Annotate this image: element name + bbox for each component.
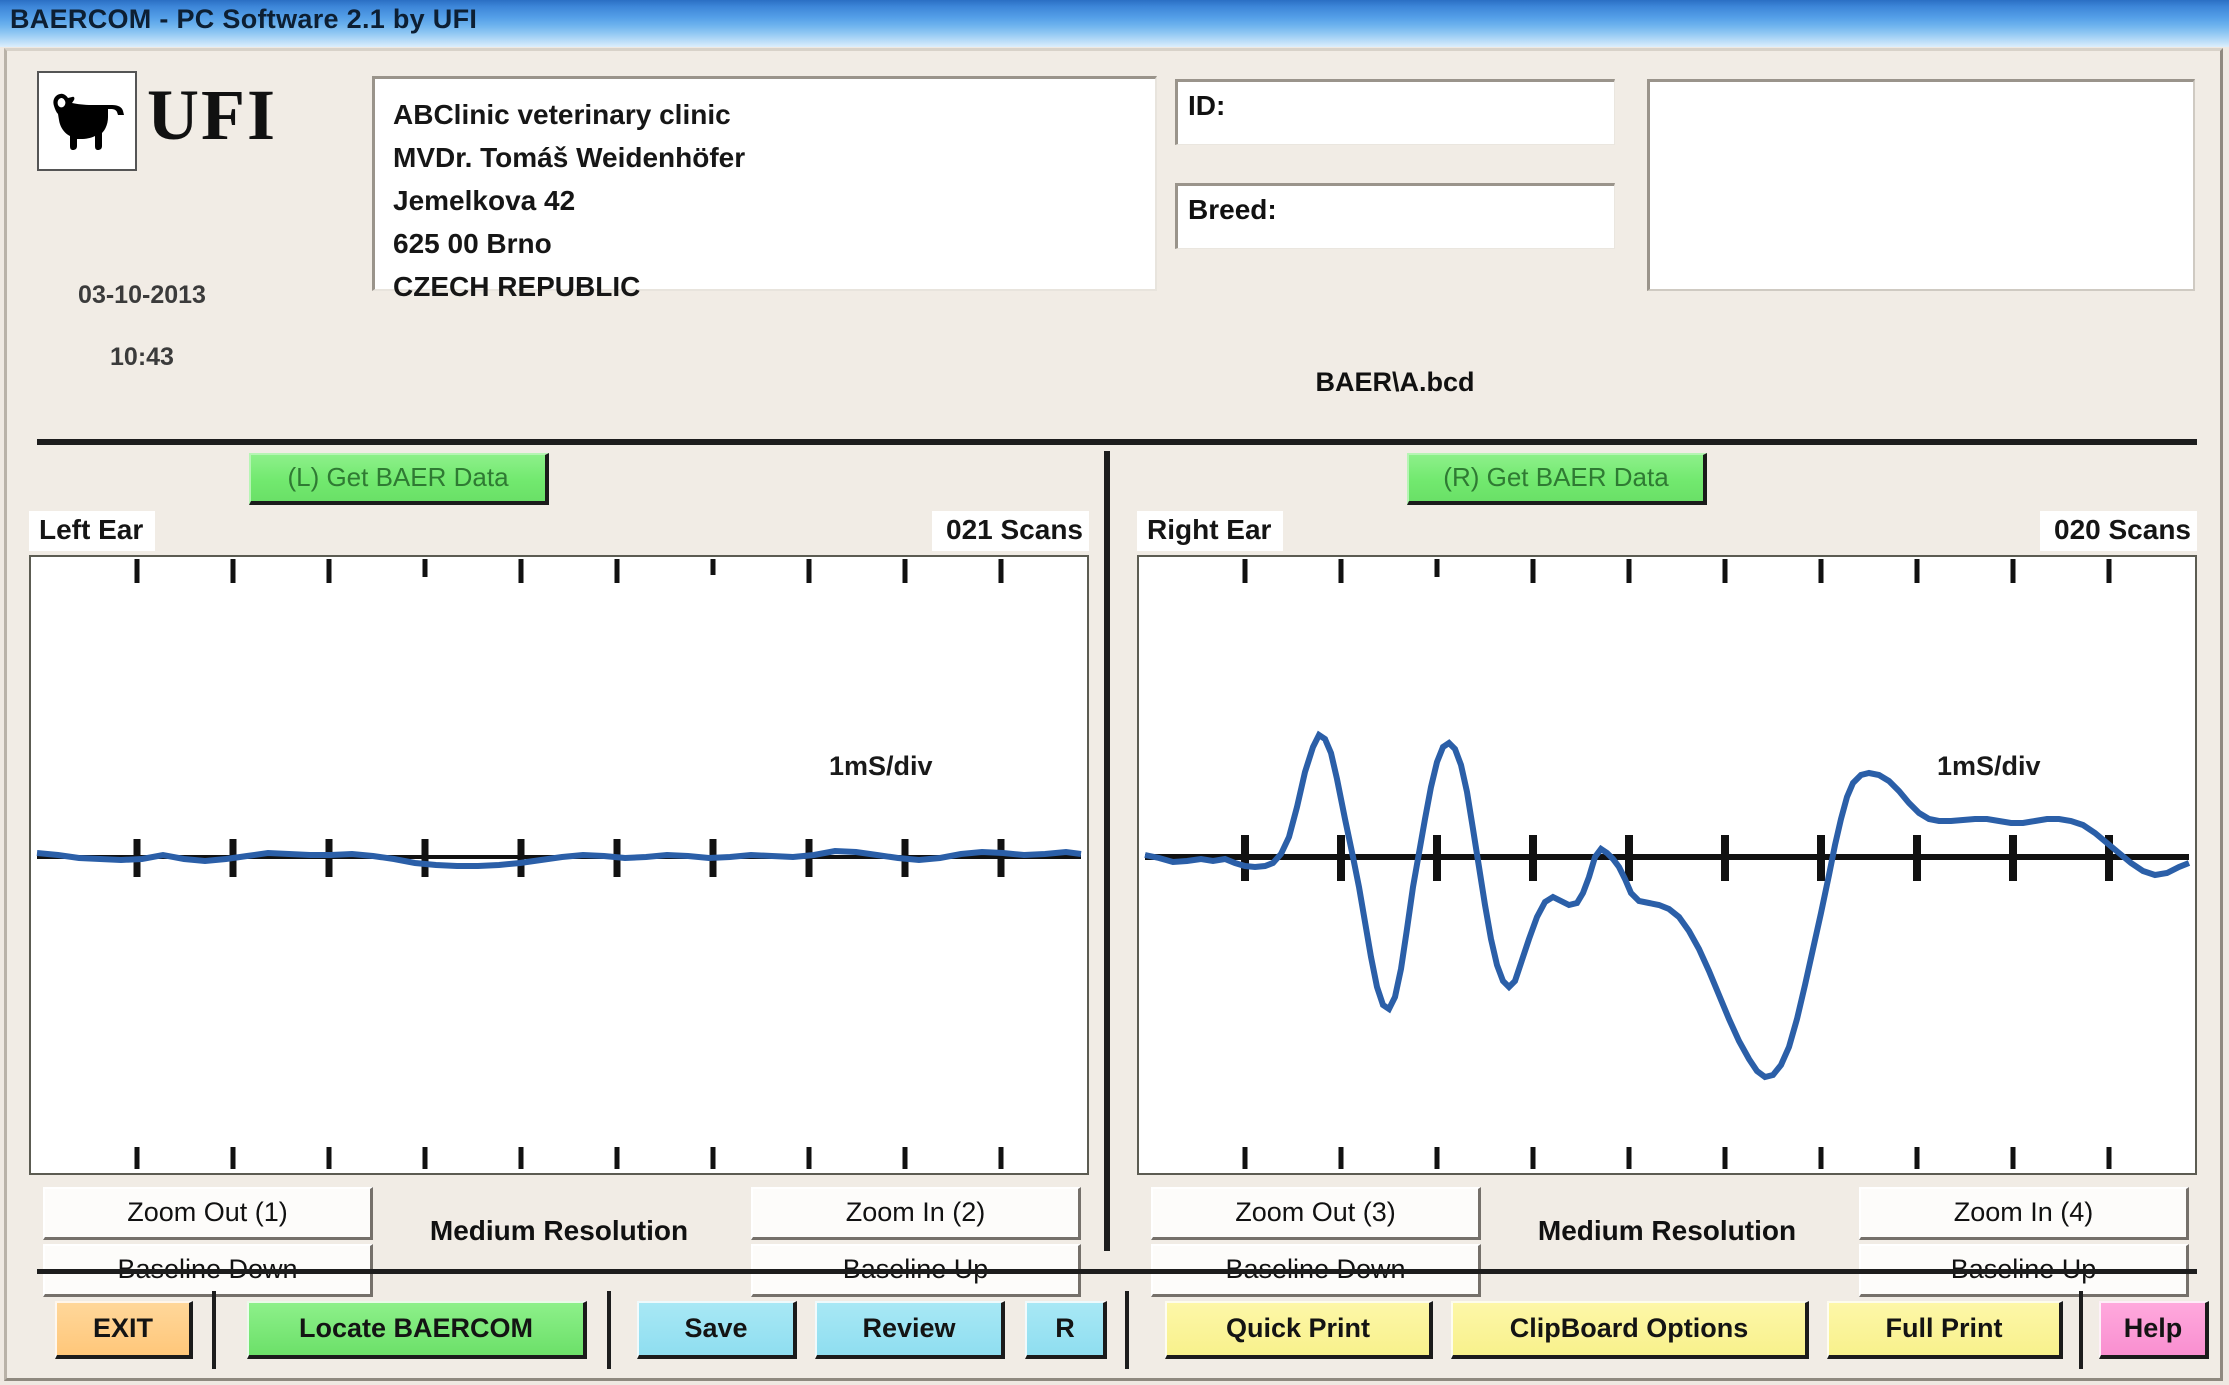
patient-breed-field[interactable]: Breed: (1175, 183, 1615, 249)
get-baer-data-right-button[interactable]: (R) Get BAER Data (1407, 453, 1707, 505)
clinic-line-2: MVDr. Tomáš Weidenhöfer (393, 136, 1155, 179)
panel-divider (1104, 451, 1110, 1251)
header-region: UFI 03-10-2013 10:43 ABClinic veterinary… (7, 51, 2220, 289)
bottom-toolbar: EXIT Locate BAERCOM Save Review R Quick … (7, 1269, 2220, 1384)
data-filename: BAER\A.bcd (1175, 367, 1615, 398)
right-scan-count: 020 Scans (2040, 511, 2197, 551)
full-print-button[interactable]: Full Print (1827, 1301, 2063, 1359)
clinic-line-5: CZECH REPUBLIC (393, 265, 1155, 308)
left-resolution-label: Medium Resolution (29, 1215, 1089, 1247)
get-baer-data-left-button[interactable]: (L) Get BAER Data (249, 453, 549, 505)
right-ear-waveform-plot[interactable] (1137, 555, 2197, 1175)
quick-print-button[interactable]: Quick Print (1165, 1301, 1433, 1359)
header-time: 10:43 (27, 343, 257, 372)
window-title-bar: BAERCOM - PC Software 2.1 by UFI (0, 0, 2229, 47)
right-ear-label: Right Ear (1137, 511, 1283, 551)
exit-button[interactable]: EXIT (55, 1301, 193, 1359)
locate-baercom-button[interactable]: Locate BAERCOM (247, 1301, 587, 1359)
left-scan-count: 021 Scans (932, 511, 1089, 551)
help-button[interactable]: Help (2099, 1301, 2209, 1359)
toolbar-separator-1 (212, 1291, 216, 1369)
clinic-line-1: ABClinic veterinary clinic (393, 93, 1155, 136)
ufi-brand-text: UFI (147, 79, 277, 151)
toolbar-divider (37, 1269, 2197, 1274)
toolbar-separator-2 (607, 1291, 611, 1369)
left-ear-waveform-plot[interactable] (29, 555, 1089, 1175)
left-ear-label: Left Ear (29, 511, 155, 551)
ufi-logo-box (37, 71, 137, 171)
clinic-line-4: 625 00 Brno (393, 222, 1155, 265)
header-date: 03-10-2013 (27, 281, 257, 310)
patient-id-field[interactable]: ID: (1175, 79, 1615, 145)
right-ear-panel: (R) Get BAER Data Right Ear 020 Scans (1137, 451, 2197, 1261)
dog-icon (44, 84, 130, 158)
window-title: BAERCOM - PC Software 2.1 by UFI (10, 4, 477, 35)
save-button[interactable]: Save (637, 1301, 797, 1359)
patient-breed-label: Breed: (1188, 194, 1277, 225)
header-divider (37, 439, 2197, 445)
r-button[interactable]: R (1025, 1301, 1107, 1359)
right-resolution-label: Medium Resolution (1137, 1215, 2197, 1247)
clinic-info-box: ABClinic veterinary clinic MVDr. Tomáš W… (372, 76, 1157, 291)
baercom-window: BAERCOM - PC Software 2.1 by UFI UFI 03-… (0, 0, 2229, 1385)
toolbar-separator-3 (1125, 1291, 1129, 1369)
notes-panel[interactable] (1647, 79, 2195, 291)
clipboard-options-button[interactable]: ClipBoard Options (1451, 1301, 1809, 1359)
clinic-line-3: Jemelkova 42 (393, 179, 1155, 222)
left-ear-panel: (L) Get BAER Data Left Ear 021 Scans (29, 451, 1089, 1261)
toolbar-separator-4 (2079, 1291, 2083, 1369)
window-frame: UFI 03-10-2013 10:43 ABClinic veterinary… (4, 48, 2223, 1381)
review-button[interactable]: Review (815, 1301, 1005, 1359)
patient-id-label: ID: (1188, 90, 1225, 121)
